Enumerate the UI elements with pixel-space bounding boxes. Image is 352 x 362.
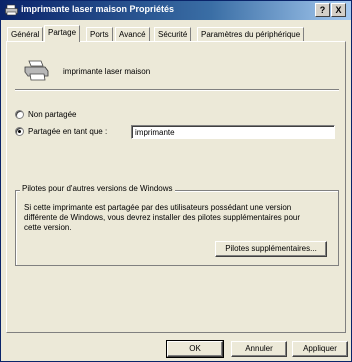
additional-drivers-button[interactable]: Pilotes supplémentaires... <box>215 241 327 257</box>
close-button[interactable]: X <box>331 3 346 17</box>
shared-as-radio[interactable] <box>15 127 24 136</box>
not-shared-label: Non partagée <box>28 110 77 119</box>
tab-device-settings[interactable]: Paramètres du périphérique <box>197 27 305 41</box>
shared-as-label: Partagée en tant que : <box>28 127 108 136</box>
close-icon: X <box>335 5 342 15</box>
divider <box>15 89 339 91</box>
tab-sharing[interactable]: Partage <box>44 25 81 42</box>
tab-security[interactable]: Sécurité <box>154 27 192 41</box>
not-shared-radio[interactable] <box>15 110 24 119</box>
tab-ports[interactable]: Ports <box>86 27 113 41</box>
help-button[interactable]: ? <box>315 3 330 17</box>
cancel-button[interactable]: Annuler <box>231 341 287 357</box>
tab-general[interactable]: Général <box>7 27 44 41</box>
printer-icon <box>24 60 49 81</box>
window-title: imprimante laser maison Propriétés <box>21 4 175 14</box>
printer-name: imprimante laser maison <box>63 67 151 76</box>
help-icon: ? <box>319 5 326 15</box>
apply-button[interactable]: Appliquer <box>292 341 348 357</box>
tab-advanced[interactable]: Avancé <box>115 27 150 41</box>
share-name-input[interactable]: imprimante <box>131 125 335 139</box>
drivers-description: Si cette imprimante est partagée par des… <box>24 203 300 232</box>
drivers-group-title: Pilotes pour d'autres versions de Window… <box>20 184 175 193</box>
properties-dialog: imprimante laser maison Propriétés ? X G… <box>0 0 352 362</box>
printer-icon <box>5 4 18 16</box>
title-bar[interactable]: imprimante laser maison Propriétés ? X <box>1 1 351 20</box>
ok-button[interactable]: OK <box>166 340 224 358</box>
